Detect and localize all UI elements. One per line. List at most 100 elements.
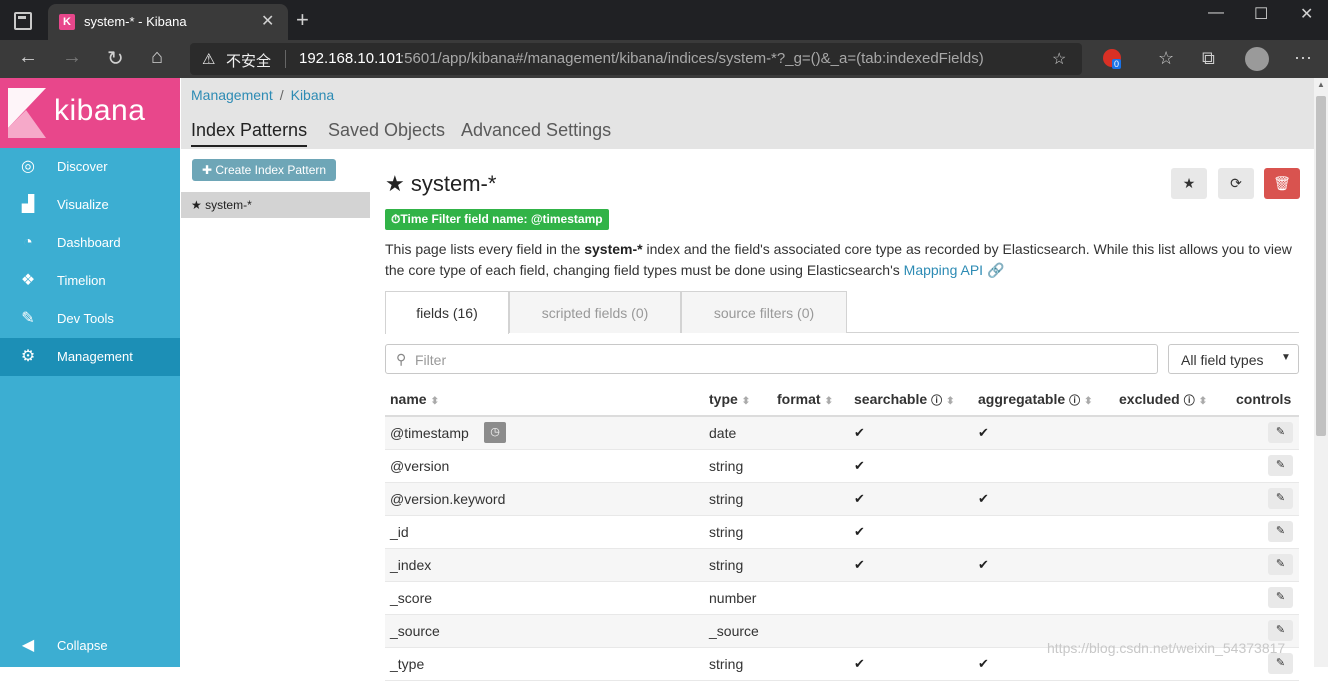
reload-icon[interactable]: ↻: [107, 46, 124, 71]
favorites-icon[interactable]: ☆: [1158, 48, 1174, 69]
col-header-excluded[interactable]: excluded ⓘ ⬍: [1119, 383, 1207, 415]
nav-label: Dev Tools: [57, 311, 114, 326]
edit-field-button[interactable]: ✎: [1268, 521, 1293, 542]
info-icon[interactable]: ⓘ: [1184, 395, 1195, 407]
searchable-check: ✔: [854, 524, 865, 539]
tab-fields[interactable]: fields (16): [385, 291, 509, 334]
scroll-thumb[interactable]: [1316, 96, 1326, 436]
tab-scripted-fields[interactable]: scripted fields (0): [509, 291, 681, 333]
col-header-searchable-label: searchable: [854, 391, 928, 407]
set-default-button[interactable]: ★: [1171, 168, 1207, 199]
aggregatable-check: ✔: [978, 656, 989, 671]
star-icon: ★: [1182, 175, 1196, 191]
col-header-type[interactable]: type ⬍: [709, 383, 750, 415]
sort-icon: ⬍: [741, 396, 751, 407]
tab-actions-icon[interactable]: [14, 12, 32, 30]
desc-index-name: system-*: [584, 241, 643, 257]
col-header-name[interactable]: name ⬍: [390, 383, 439, 415]
nav-discover[interactable]: ◎ Discover: [0, 148, 180, 186]
page-title: ★ system-*: [385, 171, 496, 197]
refresh-fields-button[interactable]: ⟳: [1218, 168, 1254, 199]
field-type: string: [709, 557, 744, 573]
searchable-check: ✔: [854, 491, 865, 506]
nav-dashboard[interactable]: ◔ Dashboard: [0, 224, 180, 262]
field-type-select[interactable]: All field types ▼: [1168, 344, 1299, 374]
address-bar[interactable]: ⚠ 不安全 192.168.10.101 :5601/app/kibana#/m…: [190, 43, 1082, 75]
create-index-pattern-button[interactable]: ✚ Create Index Pattern: [192, 159, 336, 181]
col-header-type-label: type: [709, 391, 738, 407]
kibana-favicon-icon: K: [59, 14, 75, 30]
index-pattern-name: system-*: [205, 198, 252, 212]
info-icon[interactable]: ⓘ: [931, 395, 942, 407]
close-tab-icon[interactable]: ✕: [261, 11, 274, 31]
browser-tab[interactable]: K system-* - Kibana ✕: [48, 4, 288, 40]
delete-index-pattern-button[interactable]: 🗑: [1264, 168, 1300, 199]
info-icon[interactable]: ⓘ: [1069, 395, 1080, 407]
maximize-icon[interactable]: ☐: [1254, 4, 1268, 24]
field-type: number: [709, 590, 757, 606]
wrench-icon: ✎: [21, 310, 35, 327]
edit-field-button[interactable]: ✎: [1268, 422, 1293, 443]
field-name: @version.keyword: [390, 491, 506, 507]
index-pattern-item[interactable]: ★ system-*: [181, 192, 370, 218]
edit-field-button[interactable]: ✎: [1268, 620, 1293, 641]
col-header-name-label: name: [390, 391, 427, 407]
dashboard-icon: ◔: [23, 234, 33, 251]
insecure-label[interactable]: 不安全: [226, 50, 271, 71]
edit-field-button[interactable]: ✎: [1268, 587, 1293, 608]
home-icon[interactable]: ⌂: [151, 46, 163, 69]
nav-management[interactable]: ⚙ Management: [0, 338, 180, 376]
more-menu-icon[interactable]: ⋯: [1294, 48, 1312, 69]
aggregatable-check: ✔: [978, 425, 989, 440]
tab-index-patterns[interactable]: Index Patterns: [191, 120, 308, 147]
close-window-icon[interactable]: ✕: [1300, 4, 1313, 24]
add-favorite-icon[interactable]: ☆: [1052, 49, 1066, 69]
edit-field-button[interactable]: ✎: [1268, 554, 1293, 575]
back-icon[interactable]: ←: [18, 46, 38, 69]
edit-field-button[interactable]: ✎: [1268, 488, 1293, 509]
page-description: This page lists every field in the syste…: [385, 239, 1305, 281]
warning-icon[interactable]: ⚠: [202, 50, 215, 68]
edit-field-button[interactable]: ✎: [1268, 455, 1293, 476]
new-tab-icon[interactable]: +: [296, 7, 309, 33]
refresh-icon: ⟳: [1230, 175, 1242, 191]
index-pattern-detail: ★ system-* ★ ⟳ 🗑 ⏱Time Filter field name…: [371, 149, 1314, 681]
page-scrollbar[interactable]: ▲: [1314, 78, 1328, 667]
searchable-check: ✔: [854, 557, 865, 572]
breadcrumb-kibana[interactable]: Kibana: [291, 87, 335, 103]
table-row: @version string ✔ ✎: [385, 450, 1299, 483]
watermark: https://blog.csdn.net/weixin_54373817: [1047, 640, 1286, 656]
col-header-aggregatable[interactable]: aggregatable ⓘ ⬍: [978, 383, 1093, 415]
extension-count-badge: 0: [1112, 59, 1122, 69]
filter-input[interactable]: ⚲ Filter: [385, 344, 1158, 374]
link-icon: 🔗: [986, 262, 1005, 278]
tab-source-filters[interactable]: source filters (0): [681, 291, 847, 333]
nav-visualize[interactable]: ▟ Visualize: [0, 186, 180, 224]
field-name: _id: [390, 524, 409, 540]
field-name: @timestamp: [390, 425, 469, 441]
collapse-button[interactable]: ◀ Collapse: [0, 627, 180, 665]
col-header-searchable[interactable]: searchable ⓘ ⬍: [854, 383, 955, 415]
mapping-api-link[interactable]: Mapping API: [904, 262, 983, 278]
field-name: _index: [390, 557, 432, 573]
nav-timelion[interactable]: ❖ Timelion: [0, 262, 180, 300]
tab-saved-objects[interactable]: Saved Objects: [328, 120, 445, 141]
col-header-format[interactable]: format ⬍: [777, 383, 833, 415]
collections-icon[interactable]: ⧉: [1202, 48, 1215, 69]
management-header: Management / Kibana Index Patterns Saved O…: [181, 78, 1314, 149]
kibana-k-icon: [8, 88, 46, 138]
sort-icon: ⬍: [1084, 396, 1093, 407]
url-host: 192.168.10.101: [299, 50, 404, 67]
field-type: date: [709, 425, 737, 441]
field-type: string: [709, 491, 744, 507]
scroll-up-icon[interactable]: ▲: [1317, 80, 1325, 89]
field-name: _source: [390, 623, 440, 639]
minimize-icon[interactable]: —: [1208, 4, 1224, 22]
kibana-logo[interactable]: kibana: [0, 78, 180, 148]
edit-field-button[interactable]: ✎: [1268, 653, 1293, 674]
nav-dev-tools[interactable]: ✎ Dev Tools: [0, 300, 180, 338]
tab-advanced-settings[interactable]: Advanced Settings: [461, 120, 611, 141]
forward-icon[interactable]: →: [62, 46, 82, 69]
breadcrumb-management[interactable]: Management: [191, 87, 273, 103]
profile-avatar[interactable]: [1245, 47, 1269, 71]
